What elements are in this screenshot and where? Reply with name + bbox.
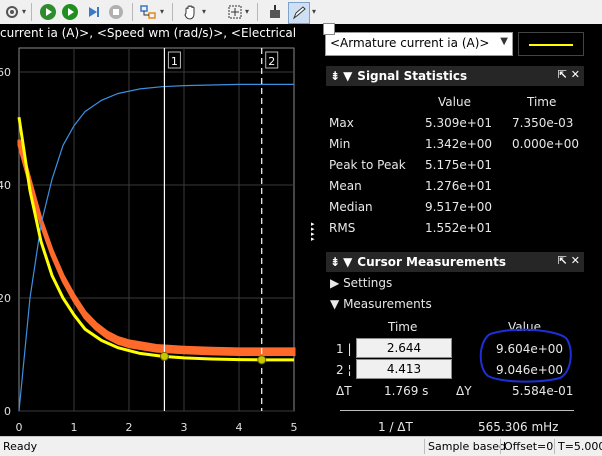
signal-select-value: <Armature current ia (A)> <box>330 36 490 50</box>
cursor-label-1: 1 <box>171 55 178 68</box>
collapse-arrow-icon[interactable]: ▼ <box>343 69 352 83</box>
y-tick-label: 40 <box>0 179 11 192</box>
collapse-sidebar-icon[interactable]: ▸ ▸ ▸ ▸ <box>311 221 321 244</box>
divider <box>340 410 574 411</box>
toolbar-separator <box>172 3 173 21</box>
cursor-measurements-header[interactable]: ⇟ ▼ Cursor Measurements ⇱ ✕ <box>326 252 584 272</box>
annotation-ellipse <box>479 328 572 383</box>
x-tick-label: 3 <box>181 421 188 434</box>
inverse-delta-t-label: 1 / ΔT <box>378 420 413 434</box>
delta-t-value: 1.769 s <box>384 384 429 398</box>
cursor-2-label: 2 ¦ <box>336 363 352 377</box>
target-dropdown-icon[interactable]: ▾ <box>160 7 164 16</box>
cursor-1-time-field[interactable]: 2.644 <box>356 338 452 358</box>
settings-icon[interactable] <box>2 2 22 22</box>
chevron-down-icon[interactable]: ▼ <box>500 36 508 47</box>
zoom-box-icon[interactable] <box>225 2 245 22</box>
scope-plot-svg[interactable]: 0 1 2 3 4 5 0 20 40 60 1 2 <box>0 24 320 436</box>
highlight-block-icon[interactable] <box>265 2 285 22</box>
x-tick-label: 1 <box>71 421 78 434</box>
x-tick-label: 5 <box>291 421 298 434</box>
cursor-measurements-title: Cursor Measurements <box>357 255 507 269</box>
y-tick-label: 60 <box>0 66 11 79</box>
x-tick-label: 4 <box>236 421 243 434</box>
armature-current-band <box>17 139 296 356</box>
collapse-arrow-icon[interactable]: ▼ <box>330 297 339 311</box>
y-tick-label: 20 <box>0 292 11 305</box>
undock-panel-icon[interactable]: ⇱ <box>558 254 567 267</box>
stats-row-label: RMS <box>329 221 356 235</box>
cursor-col-time: Time <box>388 320 418 334</box>
delta-t-label: ΔT <box>336 384 352 398</box>
settings-section-toggle[interactable]: ▶ Settings <box>330 276 392 290</box>
pan-dropdown-icon[interactable]: ▾ <box>202 7 206 16</box>
close-icon[interactable]: ✕ <box>571 254 580 267</box>
cursor-label-2: 2 <box>268 55 275 68</box>
inverse-delta-t-value: 565.306 mHz <box>478 420 559 434</box>
stats-row-time: 7.350e-03 <box>512 116 574 130</box>
signal-statistics-title: Signal Statistics <box>357 69 468 83</box>
signal-select-dropdown[interactable]: <Armature current ia (A)> ▼ <box>325 32 513 56</box>
status-offset: Offset=0 <box>500 439 556 454</box>
stop-icon[interactable] <box>106 2 126 22</box>
pin-icon[interactable]: ⇟ <box>330 69 340 83</box>
run-button-icon[interactable] <box>60 2 80 22</box>
x-tick-label: 2 <box>126 421 133 434</box>
undock-icon[interactable] <box>323 23 335 35</box>
stats-row-label: Min <box>329 137 351 151</box>
delta-y-value: 5.584e-01 <box>512 384 574 398</box>
toolbar: ▾ ▾ ▾ ▾ ▾ <box>0 0 602 25</box>
stats-row-value: 5.309e+01 <box>425 116 493 130</box>
stats-row-value: 5.175e+01 <box>425 158 493 172</box>
measurements-label: Measurements <box>343 297 432 311</box>
simulation-target-icon[interactable] <box>138 2 158 22</box>
stats-row-value: 1.276e+01 <box>425 179 493 193</box>
signal-statistics-header[interactable]: ⇟ ▼ Signal Statistics ⇱ ✕ <box>326 66 584 86</box>
stats-row-label: Max <box>329 116 354 130</box>
toolbar-separator <box>31 3 32 21</box>
close-icon[interactable]: ✕ <box>571 68 580 81</box>
stats-col-value: Value <box>438 95 471 109</box>
collapse-arrow-icon[interactable]: ▼ <box>343 255 352 269</box>
edit-pencil-icon[interactable] <box>288 2 310 24</box>
swatch-line <box>529 44 573 46</box>
expand-arrow-icon[interactable]: ▶ <box>330 276 339 290</box>
toolbar-separator <box>257 3 258 21</box>
x-tick-label: 0 <box>16 421 23 434</box>
status-time: T=5.000 <box>554 439 602 454</box>
pan-hand-icon[interactable] <box>180 2 200 22</box>
measurements-section-toggle[interactable]: ▼ Measurements <box>330 297 432 311</box>
stats-row-label: Mean <box>329 179 362 193</box>
status-ready: Ready <box>3 440 38 453</box>
run-icon[interactable] <box>38 2 58 22</box>
delta-y-label: ΔY <box>456 384 472 398</box>
undock-panel-icon[interactable]: ⇱ <box>558 68 567 81</box>
stats-row-value: 9.517e+00 <box>425 200 493 214</box>
status-sample-mode: Sample based <box>424 439 509 454</box>
stats-row-label: Peak to Peak <box>329 158 406 172</box>
stats-col-time: Time <box>527 95 557 109</box>
stats-row-time: 0.000e+00 <box>512 137 580 151</box>
y-tick-label: 0 <box>4 405 11 418</box>
signal-line-swatch <box>518 32 584 56</box>
stats-row-value: 1.342e+00 <box>425 137 493 151</box>
step-forward-icon[interactable] <box>84 2 104 22</box>
cursor-2-time-field[interactable]: 4.413 <box>356 359 452 379</box>
settings-label: Settings <box>343 276 393 290</box>
settings-dropdown-icon[interactable]: ▾ <box>22 7 26 16</box>
cursor-marker-2 <box>257 355 267 365</box>
edit-dropdown-icon[interactable]: ▾ <box>312 7 316 16</box>
toolbar-separator <box>132 3 133 21</box>
cursor-1-label: 1 | <box>336 342 352 356</box>
pin-icon[interactable]: ⇟ <box>330 255 340 269</box>
status-bar: Ready Sample based Offset=0 T=5.000 <box>0 436 602 456</box>
stats-row-value: 1.552e+01 <box>425 221 493 235</box>
cursor-marker-1 <box>159 351 169 361</box>
speed-line <box>18 83 294 412</box>
stats-row-label: Median <box>329 200 373 214</box>
zoom-dropdown-icon[interactable]: ▾ <box>245 7 249 16</box>
